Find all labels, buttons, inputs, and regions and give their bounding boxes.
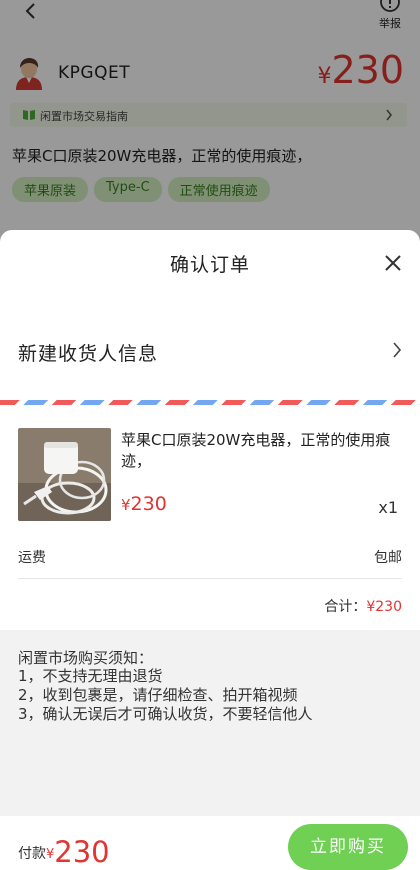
product-title: 苹果C口原装20W充电器，正常的使用痕迹， [121,431,391,470]
shipping-label: 运费 [18,550,46,566]
price-currency: ¥ [121,496,131,514]
close-icon[interactable] [384,254,402,272]
shipping-value: 包邮 [374,550,402,566]
purchase-notice: 闲置市场购买须知： 1，不支持无理由退货 2，收到包裹是，请仔细检查、拍开箱视频… [0,630,420,816]
address-label: 新建收货人信息 [18,343,159,365]
new-address-row[interactable]: 新建收货人信息 [0,315,420,385]
checkout-footer: 付款¥230 立即购买 [0,816,420,870]
notice-item: 3，确认无误后才可确认收货，不要轻信他人 [18,705,313,723]
order-total: 合计：¥230 [324,596,402,616]
total-label: 合计： [324,599,367,615]
notice-item: 1，不支持无理由退货 [18,667,163,685]
product-price: ¥230 [121,493,167,515]
sheet-title: 确认订单 [169,254,250,276]
buy-now-button[interactable]: 立即购买 [288,824,408,870]
pay-label: 付款 [18,846,46,862]
chevron-right-icon [393,342,402,358]
shipping-row: 运费 包邮 [18,539,402,579]
airmail-divider [0,400,420,405]
notice-list: 1，不支持无理由退货 2，收到包裹是，请仔细检查、拍开箱视频 3，确认无误后才可… [18,667,313,724]
price-value: 230 [130,493,167,515]
confirm-order-sheet: 确认订单 新建收货人信息 苹果C口原装20W充电器，正常的使用痕迹， ¥230 … [0,230,420,870]
order-product: 苹果C口原装20W充电器，正常的使用痕迹， ¥230 x1 [0,420,420,530]
notice-item: 2，收到包裹是，请仔细检查、拍开箱视频 [18,686,298,704]
product-quantity: x1 [378,498,398,517]
product-image[interactable] [18,428,111,521]
payment-amount: 付款¥230 [18,831,110,869]
notice-title: 闲置市场购买须知： [18,649,154,667]
total-value: ¥230 [366,599,402,615]
pay-amount: 230 [54,835,110,869]
